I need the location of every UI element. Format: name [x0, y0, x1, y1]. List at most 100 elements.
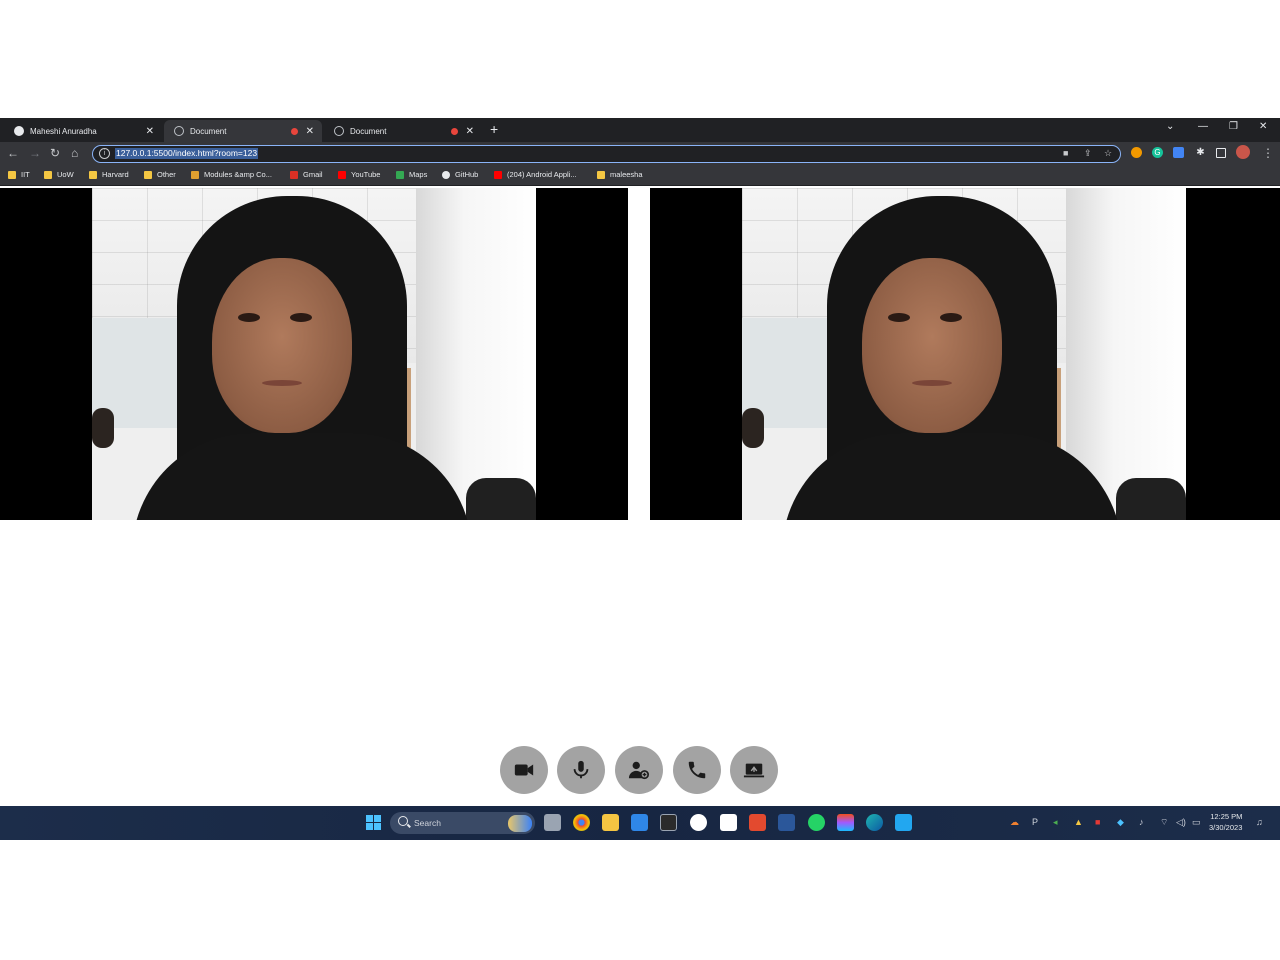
figma-icon[interactable]	[837, 814, 854, 831]
battery-icon[interactable]: ▭	[1192, 817, 1201, 828]
youtube-icon	[494, 170, 502, 179]
folder-icon	[8, 170, 16, 179]
obs-icon[interactable]	[690, 814, 707, 831]
back-arrow-icon[interactable]: ←	[7, 146, 19, 160]
search-icon	[398, 816, 408, 826]
microphone-tray-icon[interactable]: ♪	[1139, 817, 1144, 827]
restore-icon[interactable]: ❐	[1229, 121, 1238, 132]
side-panel-icon[interactable]	[1216, 148, 1226, 158]
tab-title: Document	[350, 126, 387, 136]
bookmark-android-appli[interactable]: (204) Android Appli...	[494, 170, 577, 179]
wifi-icon[interactable]: ⌔	[1160, 817, 1168, 828]
bookmark-label: YouTube	[351, 170, 381, 179]
extension-icon[interactable]	[1131, 147, 1142, 158]
system-clock[interactable]: 12:25 PM 3/30/2023	[1209, 811, 1242, 833]
chrome-icon[interactable]	[573, 814, 590, 831]
file-explorer-icon[interactable]	[602, 814, 619, 831]
home-icon[interactable]: ⌂	[71, 146, 78, 160]
bookmark-maleesha[interactable]: maleesha	[597, 170, 643, 179]
warning-icon[interactable]: ▲	[1074, 817, 1083, 827]
bookmark-uow[interactable]: UoW	[44, 170, 74, 179]
taskbar: Search ☁ P ◂ ▲ ■ ◆ ♪ ⌔ ◁) ▭ 12:25 PM 3/3…	[0, 806, 1280, 840]
remote-video	[650, 188, 1280, 520]
bookmark-iit[interactable]: IIT	[8, 170, 30, 179]
reload-icon[interactable]: ↻	[50, 146, 60, 160]
bookmark-star-icon[interactable]: ☆	[1104, 148, 1112, 159]
screen-share-icon	[743, 763, 765, 778]
close-icon[interactable]: ✕	[306, 126, 314, 137]
bookmark-github[interactable]: GitHub	[442, 170, 478, 179]
folder-icon	[44, 170, 52, 179]
desktop-screen: Maheshi Anuradha ✕ Document ✕ Document ✕…	[0, 118, 1280, 840]
word-icon[interactable]	[778, 814, 795, 831]
maps-icon	[396, 170, 404, 179]
participants-button[interactable]	[615, 746, 663, 794]
close-icon[interactable]: ✕	[146, 126, 154, 137]
terminal-icon[interactable]	[660, 814, 677, 831]
bookmark-modules[interactable]: Modules &amp Co...	[191, 170, 272, 179]
bookmark-label: UoW	[57, 170, 74, 179]
bookmark-gmail[interactable]: Gmail	[290, 170, 323, 179]
tab-document-active[interactable]: Document ✕	[164, 120, 322, 142]
tab-title: Document	[190, 126, 227, 136]
close-icon[interactable]: ✕	[466, 126, 474, 137]
share-icon[interactable]: ⇪	[1084, 148, 1092, 159]
cloud-icon[interactable]: ☁	[1010, 817, 1019, 828]
security-icon[interactable]: ◆	[1117, 817, 1124, 828]
puzzle-extensions-icon[interactable]: ✱	[1195, 147, 1206, 158]
profile-favicon-icon	[14, 126, 24, 136]
bookmark-other[interactable]: Other	[144, 170, 176, 179]
intellij-icon[interactable]	[749, 814, 766, 831]
bookmark-youtube[interactable]: YouTube	[338, 170, 380, 179]
notification-bell-icon[interactable]: ♫	[1256, 817, 1263, 827]
bookmark-maps[interactable]: Maps	[396, 170, 427, 179]
search-highlight-icon	[508, 815, 532, 832]
camera-in-use-icon[interactable]: ■	[1063, 148, 1068, 158]
recording-icon	[450, 127, 458, 135]
volume-icon[interactable]: ◁)	[1176, 817, 1186, 828]
modules-icon	[191, 170, 199, 179]
new-tab-button[interactable]: +	[490, 121, 498, 137]
tab-search-icon[interactable]: ⌄	[1166, 121, 1174, 132]
end-call-button[interactable]	[673, 746, 721, 794]
bookmark-label: Maps	[409, 170, 428, 179]
local-video	[0, 188, 628, 520]
site-info-icon[interactable]: i	[99, 148, 110, 159]
notion-icon[interactable]	[720, 814, 737, 831]
minimize-icon[interactable]: —	[1198, 121, 1208, 132]
search-label: Search	[414, 818, 441, 828]
bookmarks-bar: IIT UoW Harvard Other Modules &amp Co...…	[0, 166, 1280, 186]
translate-icon[interactable]	[1173, 147, 1184, 158]
webcam-frame	[92, 188, 536, 520]
tab-maheshi-anuradha[interactable]: Maheshi Anuradha ✕	[4, 120, 162, 142]
bookmark-label: (204) Android Appli...	[507, 170, 577, 179]
window-close-icon[interactable]: ✕	[1259, 121, 1267, 132]
globe-icon	[174, 126, 184, 136]
mail-icon[interactable]	[631, 814, 648, 831]
windows-start-icon[interactable]	[365, 814, 382, 831]
address-url[interactable]: 127.0.0.1:5500/index.html?room=123	[115, 148, 259, 159]
microphone-button[interactable]	[557, 746, 605, 794]
bookmark-harvard[interactable]: Harvard	[89, 170, 129, 179]
browser-tab-strip: Maheshi Anuradha ✕ Document ✕ Document ✕…	[0, 118, 1280, 142]
youtube-icon	[338, 170, 346, 179]
folder-icon	[144, 170, 152, 179]
camera-button[interactable]	[500, 746, 548, 794]
tab-document[interactable]: Document ✕	[324, 120, 482, 142]
whatsapp-icon[interactable]	[808, 814, 825, 831]
forward-arrow-icon[interactable]: →	[29, 146, 41, 160]
menu-kebab-icon[interactable]: ⋮	[1262, 146, 1274, 160]
edge-icon[interactable]	[866, 814, 883, 831]
tray-green-icon[interactable]: ◂	[1053, 817, 1058, 828]
grammarly-icon[interactable]: G	[1152, 147, 1163, 158]
screen-share-button[interactable]	[730, 746, 778, 794]
address-bar[interactable]: i 127.0.0.1:5500/index.html?room=123 ■ ⇪…	[92, 145, 1121, 163]
tray-red-icon[interactable]: ■	[1095, 817, 1100, 827]
bookmark-label: Modules &amp Co...	[204, 170, 272, 179]
task-view-icon[interactable]	[544, 814, 561, 831]
avatar[interactable]	[1236, 145, 1250, 159]
vscode-icon[interactable]	[895, 814, 912, 831]
clock-time: 12:25 PM	[1210, 812, 1243, 821]
clock-date: 3/30/2023	[1209, 823, 1243, 832]
tray-app-icon[interactable]: P	[1032, 817, 1038, 827]
